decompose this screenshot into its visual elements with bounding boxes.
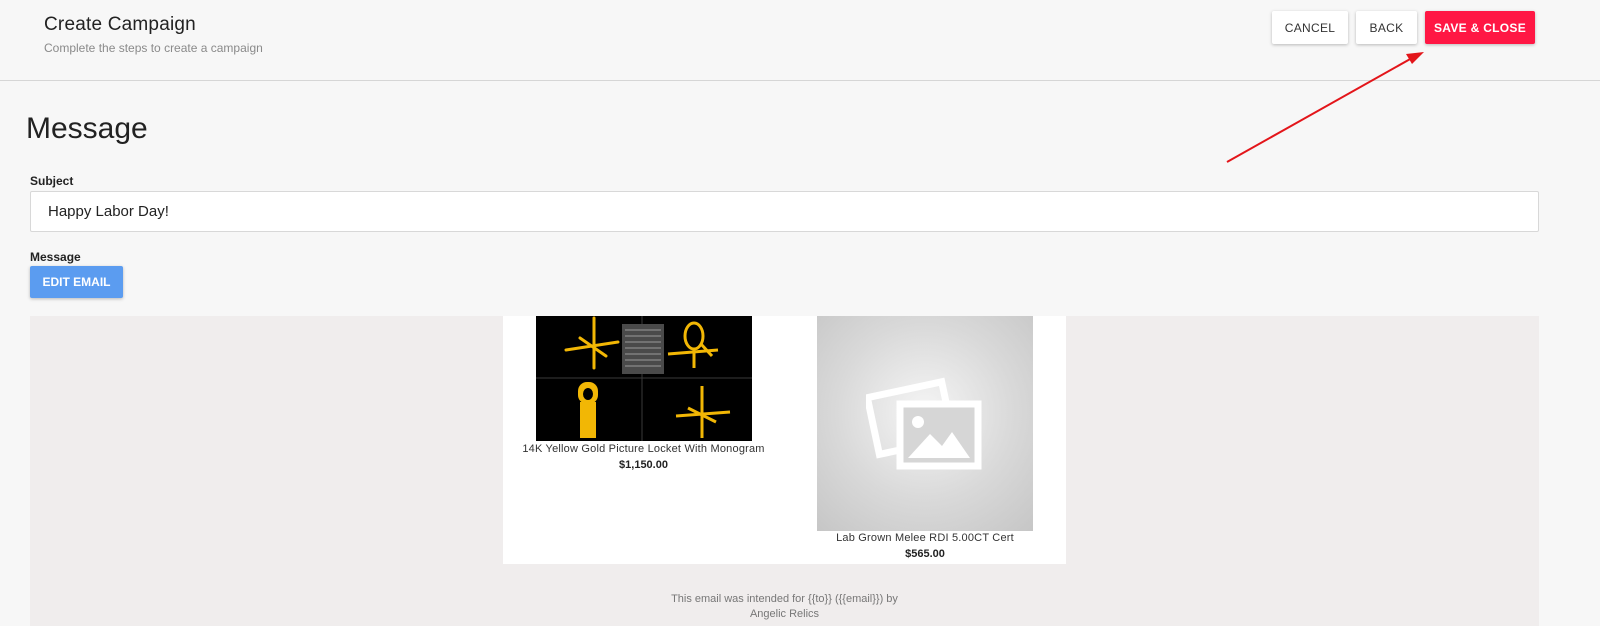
back-button[interactable]: BACK [1356,11,1417,44]
message-label: Message [30,250,81,264]
email-preview[interactable]: 14K Yellow Gold Picture Locket With Mono… [30,316,1539,626]
page-subtitle: Complete the steps to create a campaign [44,41,263,55]
save-close-button[interactable]: SAVE & CLOSE [1425,11,1535,44]
edit-email-button[interactable]: EDIT EMAIL [30,266,123,298]
product-image[interactable] [817,316,1033,531]
placeholder-image-icon [866,377,982,469]
subject-label: Subject [30,174,74,188]
email-footer-line: Angelic Relics [749,608,820,620]
section-title: Message [26,112,148,145]
page-header: Create Campaign Complete the steps to cr… [0,0,1600,81]
page-title: Create Campaign [44,14,196,35]
subject-input[interactable] [30,191,1539,232]
cad-render-thumbnail-icon [536,316,752,441]
email-body: 14K Yellow Gold Picture Locket With Mono… [503,316,1066,564]
product-price: $565.00 [905,548,945,560]
email-footer: This email was intended for {{to}} ({{em… [30,592,1539,622]
product-price: $1,150.00 [619,459,668,471]
product-name: Lab Grown Melee RDI 5.00CT Cert [836,532,1014,544]
cancel-button[interactable]: CANCEL [1272,11,1348,44]
email-footer-line: This email was intended for {{to}} ({{em… [671,593,898,605]
product-name: 14K Yellow Gold Picture Locket With Mono… [522,443,765,455]
product-image[interactable] [536,316,752,441]
